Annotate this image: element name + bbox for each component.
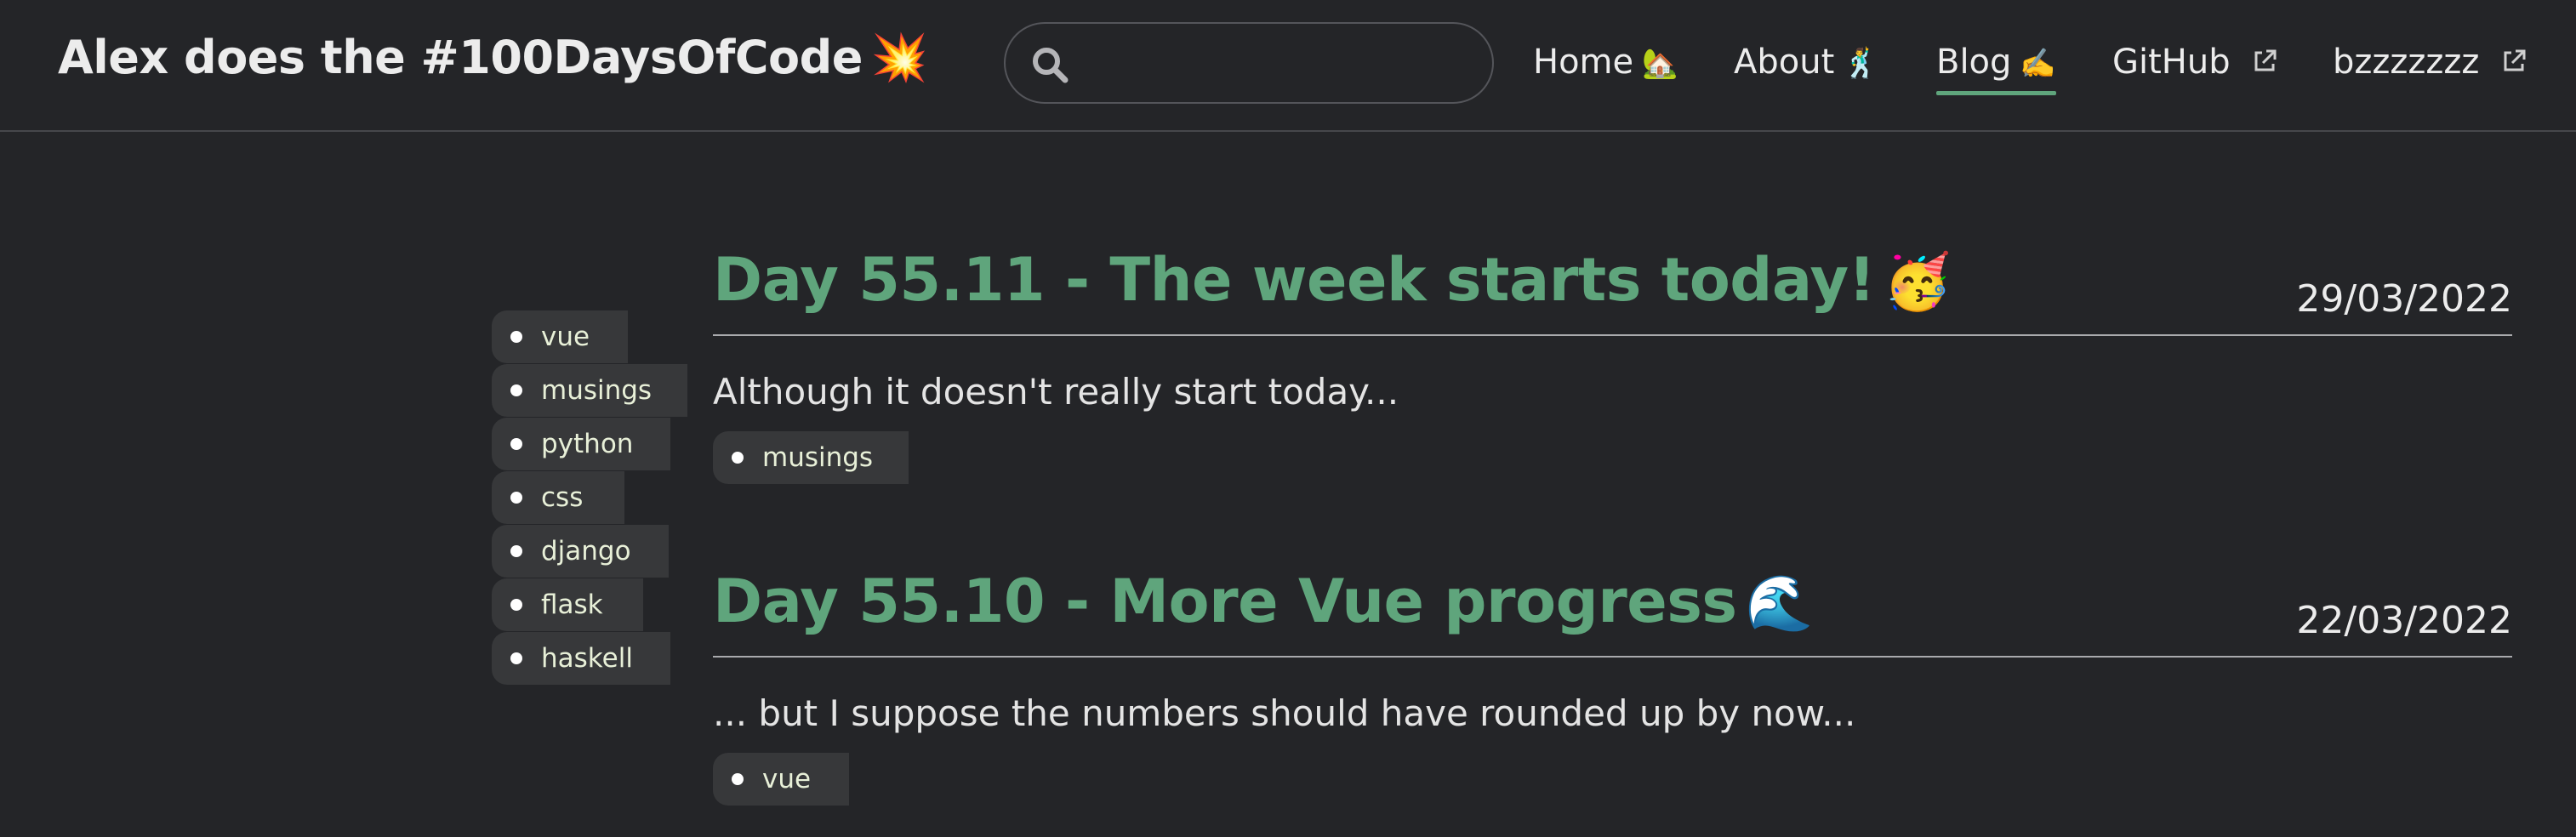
tag-item-css[interactable]: css: [492, 471, 624, 524]
external-link-icon: [2504, 49, 2526, 71]
party-face-icon: 🥳: [1884, 251, 1952, 314]
writing-hand-icon: ✍️: [2020, 47, 2056, 81]
site-title-text: Alex does the #100DaysOfCode: [58, 31, 863, 84]
nav-about-link[interactable]: About 🕺: [1734, 43, 1879, 82]
search-input[interactable]: [1091, 36, 1465, 90]
tag-item-musings[interactable]: musings: [492, 364, 687, 417]
post-title-text: Day 55.10 - More Vue progress: [713, 567, 1737, 636]
nav-bzzzzzzz-label: bzzzzzzz: [2333, 43, 2480, 82]
post-tag-musings[interactable]: musings: [713, 431, 909, 484]
tag-label: css: [541, 482, 584, 513]
post-date: 22/03/2022: [2296, 599, 2512, 642]
nav-home-link[interactable]: Home 🏡: [1533, 43, 1678, 82]
tag-label: haskell: [541, 643, 633, 674]
tag-item-vue[interactable]: vue: [492, 310, 628, 363]
nav-github-link[interactable]: GitHub: [2112, 43, 2278, 82]
post-excerpt: Although it doesn't really start today..…: [713, 371, 1399, 413]
nav-about-label: About: [1734, 43, 1835, 82]
tag-label: vue: [762, 764, 812, 794]
tag-item-haskell[interactable]: haskell: [492, 632, 670, 685]
tag-label: vue: [541, 322, 590, 352]
nav-bzzzzzzz-link[interactable]: bzzzzzzz: [2333, 43, 2528, 82]
tag-label: musings: [541, 375, 653, 406]
search-box[interactable]: [1004, 22, 1494, 104]
tag-label: django: [541, 536, 631, 567]
post-divider: [713, 334, 2512, 336]
nav-blog-link[interactable]: Blog ✍️: [1936, 43, 2056, 95]
tag-item-python[interactable]: python: [492, 418, 670, 470]
post-excerpt: ... but I suppose the numbers should hav…: [713, 692, 1856, 734]
post-title-link[interactable]: Day 55.11 - The week starts today! 🥳: [713, 245, 1952, 315]
site-title[interactable]: Alex does the #100DaysOfCode 💥: [58, 31, 928, 85]
nav-blog-label: Blog: [1936, 43, 2012, 82]
post-date: 29/03/2022: [2296, 277, 2512, 321]
nav-github-label: GitHub: [2112, 43, 2231, 82]
site-header: Alex does the #100DaysOfCode 💥 Home 🏡 Abou…: [0, 0, 2576, 132]
post-divider: [713, 656, 2512, 658]
nav-home-label: Home: [1533, 43, 1634, 82]
post-title-link[interactable]: Day 55.10 - More Vue progress 🌊: [713, 567, 1813, 636]
external-link-icon: [2254, 49, 2277, 71]
tag-label: python: [541, 429, 634, 459]
search-icon: [1033, 48, 1069, 83]
tag-label: musings: [762, 442, 874, 473]
post-title-text: Day 55.11 - The week starts today!: [713, 245, 1876, 315]
tag-label: flask: [541, 589, 603, 620]
collision-emoji-icon: 💥: [870, 31, 928, 84]
house-icon: 🏡: [1642, 47, 1678, 81]
dancer-icon: 🕺: [1843, 47, 1879, 81]
tag-item-flask[interactable]: flask: [492, 578, 643, 631]
post-tag-vue[interactable]: vue: [713, 753, 849, 806]
wave-icon: 🌊: [1745, 572, 1814, 635]
tag-item-django[interactable]: django: [492, 525, 669, 578]
